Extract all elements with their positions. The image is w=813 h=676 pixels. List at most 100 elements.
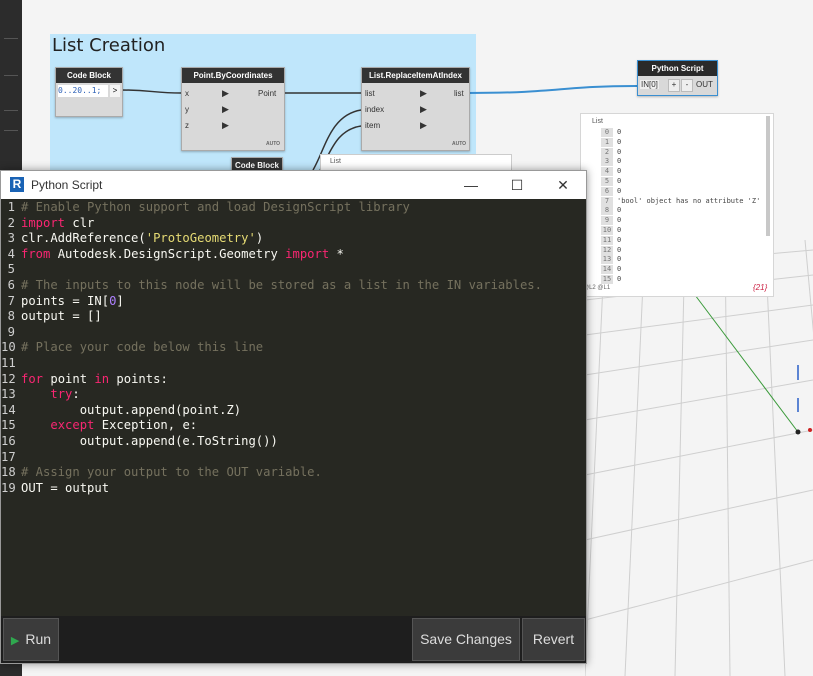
code-line[interactable]: clr.AddReference('ProtoGeometry') (21, 231, 263, 247)
code-block-input[interactable]: 0..20..1; (58, 85, 108, 97)
input-port-z[interactable]: z (185, 121, 189, 130)
watch-row-value: 0 (617, 128, 622, 136)
line-number: 2 (7, 215, 15, 230)
watch-row: 50 (601, 177, 621, 186)
revert-button[interactable]: Revert (522, 618, 585, 661)
input-port-list[interactable]: list (365, 89, 375, 98)
output-port-out[interactable]: OUT (696, 80, 713, 89)
watch-row-index: 14 (601, 265, 613, 275)
input-port-x[interactable]: x (185, 89, 189, 98)
line-number: 5 (7, 262, 15, 277)
close-button[interactable]: ✕ (541, 173, 585, 197)
watch-row-index: 11 (601, 235, 613, 245)
line-number: 1 (7, 200, 15, 214)
maximize-button[interactable]: ☐ (495, 173, 539, 197)
node-title: List.ReplaceItemAtIndex (362, 68, 469, 83)
input-port-y[interactable]: y (185, 105, 189, 114)
watch-row-value: 0 (617, 245, 622, 254)
watch-row-index: 12 (601, 245, 613, 255)
code-line[interactable]: output = [] (21, 309, 102, 325)
code-line[interactable]: except Exception, e: (21, 418, 197, 434)
code-line[interactable]: try: (21, 387, 79, 403)
python-script-window[interactable]: R Python Script — ☐ ✕ 1 # Enable Python s… (0, 170, 587, 664)
line-number: 18 (1, 465, 16, 480)
code-line[interactable]: # The inputs to this node will be stored… (21, 278, 542, 294)
watch-row-value: 0 (617, 255, 622, 264)
watch-row-value: 0 (617, 177, 622, 185)
watch-row: 11 0 (601, 235, 622, 245)
watch-row-index: 5 (601, 177, 613, 186)
node-title: Python Script (638, 61, 717, 76)
minimize-button[interactable]: — (449, 173, 493, 197)
code-line[interactable]: output.append(e.ToString()) (21, 434, 278, 450)
watch-row-value: 'bool' object has no attribute 'Z' (617, 196, 761, 205)
list-replace-item-node[interactable]: List.ReplaceItemAtIndex list index item … (361, 67, 470, 151)
code-editor[interactable]: 1 # Enable Python support and load Design… (1, 199, 586, 616)
watch-row-index: 8 (601, 206, 613, 216)
code-line[interactable]: # Enable Python support and load DesignS… (21, 200, 410, 216)
code-line[interactable]: from Autodesk.DesignScript.Geometry impo… (21, 247, 344, 263)
watch-levels: @L2 @L1 (583, 285, 611, 291)
code-block-node[interactable]: Code Block 0..20..1; > (55, 67, 123, 117)
output-port-point[interactable]: Point (258, 89, 276, 98)
watch-row: 10 0 (601, 226, 621, 235)
window-titlebar[interactable]: R Python Script — ☐ ✕ (1, 171, 586, 199)
line-number: 4 (7, 246, 15, 261)
watch-row: 60 (601, 186, 622, 196)
code-line[interactable]: for point in points: (21, 372, 168, 388)
code-line[interactable]: points = IN[0] (21, 294, 124, 310)
watch-row-index: 13 (601, 255, 613, 265)
node-title: Point.ByCoordinates (182, 68, 284, 83)
preview-label: List (330, 158, 341, 165)
window-title: Python Script (31, 178, 103, 192)
output-port[interactable]: > (110, 85, 120, 97)
line-number: 9 (7, 324, 15, 339)
watch-preview[interactable]: List 0 0 1 0 2 0 3 0 4 0 5 0 6 0 7'bool' object has no… (580, 113, 774, 297)
watch-row-value: 0 (617, 157, 622, 166)
run-label: Run (25, 631, 52, 647)
watch-row: 40 (601, 167, 622, 177)
input-port-index[interactable]: index (365, 105, 384, 114)
watch-row: 80 (601, 206, 621, 216)
point-by-coordinates-node[interactable]: Point.ByCoordinates x y z ▶ ▶ ▶ Point AU… (181, 67, 285, 151)
watch-row: 20 (601, 147, 621, 157)
watch-row: 90 (601, 216, 621, 226)
lacing-label: AUTO (452, 141, 467, 147)
run-button[interactable]: ▶ Run (3, 618, 59, 661)
chevron-right-icon: ▶ (222, 88, 229, 98)
watch-row-value: 0 (617, 226, 622, 234)
watch-row: 14 0 (601, 265, 621, 275)
output-port-list[interactable]: list (454, 89, 464, 98)
input-port-item[interactable]: item (365, 121, 380, 130)
watch-row-index: 2 (601, 147, 613, 157)
watch-row: 15 0 (601, 275, 621, 284)
watch-row-value: 0 (617, 137, 622, 146)
chevron-right-icon: ▶ (420, 104, 427, 114)
watch-header: List (592, 118, 603, 125)
add-input-button[interactable]: + (668, 79, 680, 92)
watch-row-index: 1 (601, 137, 613, 147)
watch-row-value: 0 (617, 167, 622, 176)
line-number: 10 (1, 340, 16, 355)
watch-scrollbar[interactable] (766, 116, 770, 236)
line-number: 16 (1, 434, 16, 448)
line-number: 15 (1, 418, 16, 433)
watch-row: 13 0 (601, 255, 622, 265)
code-line[interactable]: OUT = output (21, 481, 109, 497)
watch-count: {21} (753, 283, 768, 292)
save-changes-button[interactable]: Save Changes (412, 618, 520, 661)
python-script-node[interactable]: Python Script IN[0] + - OUT (637, 60, 718, 96)
code-line[interactable]: output.append(point.Z) (21, 403, 241, 419)
line-number: 7 (7, 293, 15, 308)
chevron-right-icon: ▶ (222, 120, 229, 130)
watch-row-index: 6 (601, 186, 613, 196)
watch-row-value: 0 (617, 235, 622, 244)
code-line[interactable]: # Place your code below this line (21, 340, 263, 356)
input-port-in0[interactable]: IN[0] (640, 80, 659, 89)
remove-input-button[interactable]: - (681, 79, 693, 92)
play-icon: ▶ (10, 635, 20, 647)
code-line[interactable]: # Assign your output to the OUT variable… (21, 465, 322, 481)
code-line[interactable]: import clr (21, 216, 94, 232)
watch-row-value: 0 (617, 186, 622, 195)
line-number: 19 (1, 480, 16, 495)
